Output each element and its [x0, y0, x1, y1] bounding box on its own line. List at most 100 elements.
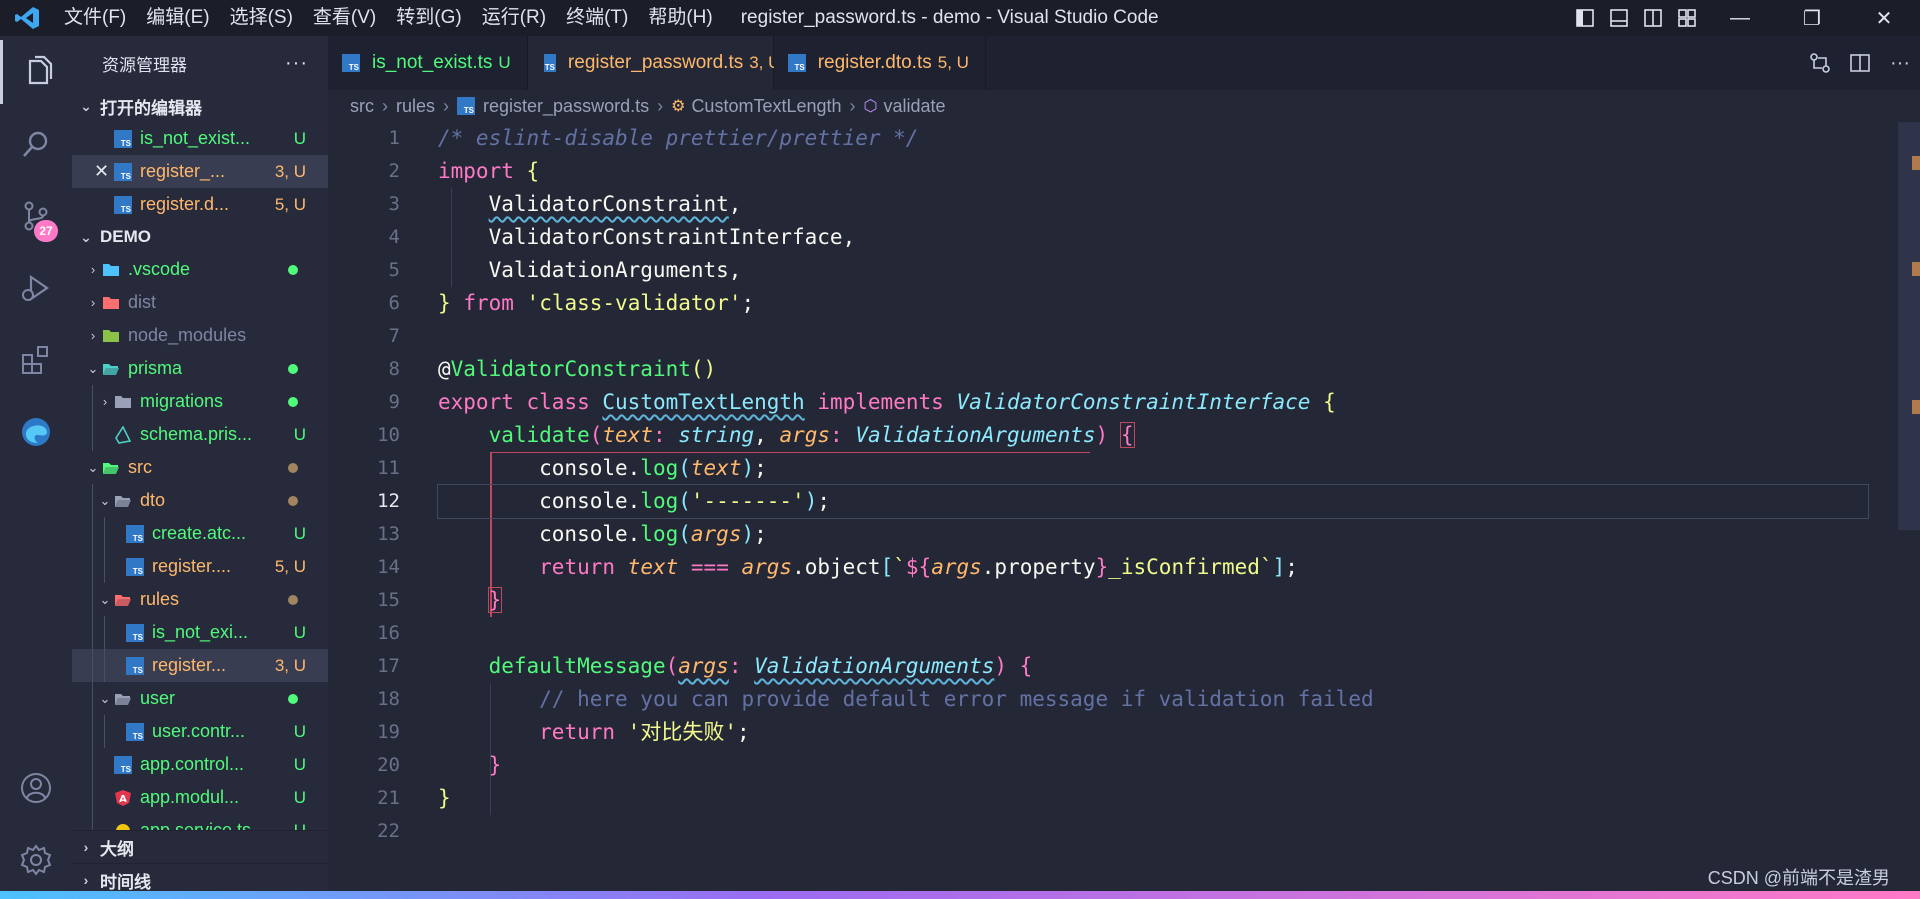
- code-editor[interactable]: 1 2 3 4 5 6 7 8 9 10 11 12 13 14 15 16 17 18 19 20 21 22 /* e…: [328, 122, 1920, 862]
- breadcrumb-item[interactable]: src: [350, 96, 374, 117]
- editor-tab[interactable]: TSregister_password.ts3, U✕: [527, 36, 811, 90]
- tree-file[interactable]: TS register.... 5, U: [72, 550, 328, 583]
- code-line: // here you can provide default error me…: [539, 687, 1374, 711]
- tree-folder[interactable]: ⌄ user: [72, 682, 328, 715]
- chevron-right-icon: ›: [382, 95, 388, 116]
- extensions-icon[interactable]: [0, 328, 72, 392]
- file-name: register.d...: [140, 194, 230, 214]
- code-line: } from 'class-validator';: [438, 291, 755, 315]
- customize-layout-icon[interactable]: [1670, 0, 1704, 36]
- source-control-icon[interactable]: 27: [0, 184, 72, 248]
- breadcrumb-item[interactable]: CustomTextLength: [691, 96, 841, 117]
- tree-folder[interactable]: ⌄ src: [72, 451, 328, 484]
- git-status-dot: [288, 396, 298, 407]
- editor-scrollbar[interactable]: [1898, 122, 1920, 530]
- activity-bar: 27: [0, 36, 72, 899]
- code-content[interactable]: /* eslint-disable prettier/prettier */ i…: [437, 122, 1869, 848]
- tree-file[interactable]: schema.pris... U: [72, 418, 328, 451]
- tree-folder[interactable]: › .vscode: [72, 253, 328, 286]
- menu-item[interactable]: 文件(F): [54, 0, 136, 36]
- open-editor-item[interactable]: TS register.d... 5, U: [72, 188, 328, 221]
- menu-item[interactable]: 查看(V): [303, 0, 386, 36]
- open-editor-item[interactable]: TS is_not_exist... U: [72, 122, 328, 155]
- chevron-right-icon: ›: [83, 872, 89, 888]
- run-debug-icon[interactable]: [0, 256, 72, 320]
- tree-folder[interactable]: › dist: [72, 286, 328, 319]
- editor-tab[interactable]: TS is_not_exist.ts U: [328, 36, 528, 90]
- breadcrumb-item[interactable]: rules: [396, 96, 435, 117]
- toggle-panel-icon[interactable]: [1602, 0, 1636, 36]
- breadcrumb-item[interactable]: register_password.ts: [483, 96, 649, 117]
- workspace-label: DEMO: [100, 227, 151, 246]
- outline-section[interactable]: › 大纲: [72, 830, 328, 863]
- chevron-down-icon: ⌄: [87, 360, 99, 376]
- tree-folder[interactable]: ⌄ dto: [72, 484, 328, 517]
- open-editors-section[interactable]: ⌄ 打开的编辑器: [72, 90, 328, 122]
- close-icon[interactable]: ✕: [94, 161, 114, 182]
- edge-devtools-icon[interactable]: [0, 400, 72, 464]
- close-window-icon[interactable]: ✕: [1848, 0, 1920, 36]
- workspace-section[interactable]: ⌄ DEMO: [72, 221, 328, 253]
- menu-item[interactable]: 终端(T): [556, 0, 638, 36]
- split-editor-icon[interactable]: [1840, 52, 1880, 74]
- restore-icon[interactable]: ❐: [1776, 0, 1848, 36]
- more-actions-icon[interactable]: ···: [285, 52, 308, 75]
- code-line: }: [488, 753, 502, 777]
- tree-folder[interactable]: › node_modules: [72, 319, 328, 352]
- editor-tab-bar: TS is_not_exist.ts U TS register_password.ts…: [328, 36, 1920, 90]
- toggle-secondary-sidebar-icon[interactable]: [1636, 0, 1670, 36]
- file-name: register....: [152, 556, 232, 576]
- typescript-file-icon: TS: [457, 97, 476, 115]
- breadcrumb-item[interactable]: validate: [884, 96, 946, 117]
- tree-file[interactable]: TS is_not_exi... U: [72, 616, 328, 649]
- settings-gear-icon[interactable]: [0, 828, 72, 892]
- code-line: ValidatorConstraintInterface,: [438, 225, 856, 249]
- title-bar: 文件(F) 编辑(E) 选择(S) 查看(V) 转到(G) 运行(R) 终端(T) 帮助(H)…: [0, 0, 1920, 36]
- code-line-current: console.log('-------');: [437, 484, 1869, 519]
- menu-item[interactable]: 编辑(E): [136, 0, 219, 36]
- file-name: src: [128, 457, 152, 477]
- code-line: }: [438, 786, 451, 810]
- overview-ruler-mark: [1912, 156, 1920, 170]
- line-number: 8: [388, 358, 400, 380]
- menu-item[interactable]: 选择(S): [220, 0, 303, 36]
- menu-item[interactable]: 运行(R): [472, 0, 556, 36]
- tree-file[interactable]: TS register... 3, U: [72, 649, 328, 682]
- class-symbol-icon: ⚙: [671, 98, 686, 115]
- editor-tab[interactable]: TS register.dto.ts 5, U: [773, 36, 986, 90]
- tree-folder[interactable]: › migrations: [72, 385, 328, 418]
- open-editor-item[interactable]: ✕ TS register_... 3, U: [72, 155, 328, 188]
- explorer-icon[interactable]: [0, 40, 72, 104]
- chevron-down-icon: ⌄: [99, 492, 111, 508]
- file-status: 5, U: [274, 556, 306, 576]
- minimize-icon[interactable]: —: [1704, 0, 1776, 36]
- code-line: ValidationArguments,: [438, 258, 742, 282]
- tree-folder[interactable]: ⌄ prisma: [72, 352, 328, 385]
- tab-label: is_not_exist.ts: [372, 52, 493, 73]
- compare-changes-icon[interactable]: [1800, 52, 1840, 74]
- typescript-file-icon: TS: [787, 54, 806, 72]
- chevron-down-icon: ⌄: [80, 228, 92, 245]
- line-number: 20: [377, 754, 400, 776]
- tree-file[interactable]: TS app.control... U: [72, 748, 328, 781]
- accounts-icon[interactable]: [0, 756, 72, 820]
- chevron-right-icon: ›: [849, 95, 856, 116]
- tree-file[interactable]: TS create.atc... U: [72, 517, 328, 550]
- code-line: ValidatorConstraint,: [488, 192, 742, 216]
- toggle-primary-sidebar-icon[interactable]: [1568, 0, 1602, 36]
- git-status-dot: [288, 462, 298, 473]
- chevron-right-icon: ›: [657, 95, 664, 116]
- menu-item[interactable]: 转到(G): [386, 0, 471, 36]
- tree-file[interactable]: TS user.contr... U: [72, 715, 328, 748]
- chevron-right-icon: ›: [90, 295, 96, 310]
- scm-count-badge: 27: [34, 220, 58, 242]
- more-editor-actions-icon[interactable]: ···: [1880, 52, 1920, 75]
- tree-file[interactable]: Aapp.modul... U: [72, 781, 328, 814]
- file-name: create.atc...: [152, 523, 247, 543]
- tree-folder[interactable]: ⌄ rules: [72, 583, 328, 616]
- file-status: U: [293, 754, 306, 774]
- search-icon[interactable]: [0, 112, 72, 176]
- menu-item[interactable]: 帮助(H): [638, 0, 722, 36]
- line-number: 17: [377, 655, 400, 677]
